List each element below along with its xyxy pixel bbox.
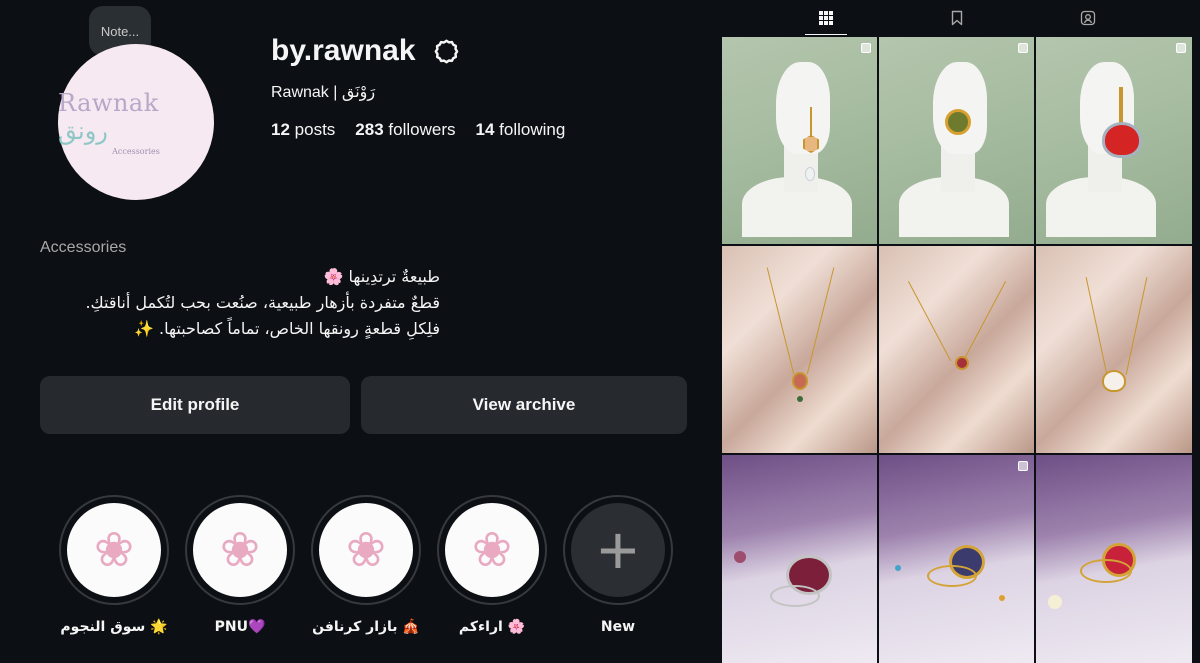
profile-page: Note... Rawnak رونق Accessories by.rawna… bbox=[0, 0, 1200, 663]
profile-avatar[interactable]: Rawnak رونق Accessories bbox=[58, 44, 214, 200]
post-thumbnail[interactable] bbox=[722, 455, 877, 663]
followers-stat[interactable]: 283 followers bbox=[355, 120, 455, 140]
ring-band bbox=[770, 585, 820, 607]
mannequin-bust bbox=[742, 62, 852, 237]
highlight-label: سوق النجوم 🌟 bbox=[60, 619, 168, 635]
drop-bead bbox=[805, 167, 815, 181]
hexagon-pendant bbox=[792, 372, 808, 390]
green-bead bbox=[797, 396, 803, 402]
note-text: Note... bbox=[100, 23, 140, 39]
multi-post-icon bbox=[1018, 461, 1028, 471]
bio-line: طبيعةٌ ترتدِينها 🌸 bbox=[323, 267, 440, 286]
tagged-person-icon[interactable] bbox=[1080, 10, 1096, 26]
bio-line: فلِكلِ قطعةٍ رونقها الخاص، تماماً كصاحبت… bbox=[134, 319, 440, 338]
following-stat[interactable]: 14 following bbox=[476, 120, 566, 140]
post-thumbnail[interactable] bbox=[722, 246, 877, 453]
highlight-label: PNU💜 bbox=[214, 619, 266, 635]
flower-decor bbox=[1048, 595, 1062, 609]
posts-label: posts bbox=[294, 120, 336, 139]
mannequin-bust bbox=[899, 62, 1009, 237]
highlight-ring: ❀ bbox=[311, 495, 421, 605]
heart-earring bbox=[1102, 122, 1142, 158]
username: by.rawnak bbox=[271, 34, 416, 67]
highlight-label: بازار كرنافن 🎪 bbox=[312, 619, 420, 635]
post-thumbnail[interactable] bbox=[722, 37, 877, 244]
rose-icon: ❀ bbox=[193, 503, 287, 597]
post-thumbnail[interactable] bbox=[1036, 246, 1192, 453]
full-name: Rawnak | رَوْنَق bbox=[271, 84, 376, 101]
highlight-label: اراءكم 🌸 bbox=[458, 619, 526, 635]
round-pendant bbox=[955, 356, 969, 370]
post-thumbnail[interactable] bbox=[1036, 37, 1192, 244]
multi-post-icon bbox=[1018, 43, 1028, 53]
followers-label: followers bbox=[388, 120, 456, 139]
bookmark-icon[interactable] bbox=[949, 10, 965, 26]
posts-grid bbox=[722, 37, 1192, 663]
posts-count: 12 bbox=[271, 120, 290, 139]
plus-icon: + bbox=[571, 503, 665, 597]
view-archive-button[interactable]: View archive bbox=[361, 376, 687, 434]
flower-decor bbox=[734, 551, 746, 563]
ring-band bbox=[1080, 559, 1132, 583]
avatar-image: Rawnak رونق Accessories bbox=[58, 44, 214, 200]
highlight-ring: ❀ bbox=[437, 495, 547, 605]
highlight-ring: ❀ bbox=[185, 495, 295, 605]
avatar-logo-sub: Accessories bbox=[112, 146, 160, 156]
rose-icon: ❀ bbox=[67, 503, 161, 597]
avatar-logo-arabic: رونق bbox=[58, 116, 108, 145]
new-highlight-button[interactable]: + New bbox=[562, 495, 674, 635]
posts-stat[interactable]: 12 posts bbox=[271, 120, 335, 140]
post-thumbnail[interactable] bbox=[879, 246, 1034, 453]
avatar-logo-latin: Rawnak bbox=[58, 88, 159, 117]
post-thumbnail[interactable] bbox=[1036, 455, 1192, 663]
story-highlights: ❀ سوق النجوم 🌟 ❀ PNU💜 ❀ بازار كرنافن 🎪 ❀… bbox=[58, 495, 698, 645]
highlight-item[interactable]: ❀ اراءكم 🌸 bbox=[436, 495, 548, 635]
profile-category: Accessories bbox=[40, 239, 127, 256]
following-count: 14 bbox=[475, 120, 495, 139]
following-label: following bbox=[499, 120, 566, 139]
highlight-ring: ❀ bbox=[59, 495, 169, 605]
grid-icon[interactable] bbox=[818, 10, 834, 26]
highlight-item[interactable]: ❀ PNU💜 bbox=[184, 495, 296, 635]
post-thumbnail[interactable] bbox=[879, 37, 1034, 244]
highlight-ring: + bbox=[563, 495, 673, 605]
highlight-item[interactable]: ❀ بازار كرنافن 🎪 bbox=[310, 495, 422, 635]
multi-post-icon bbox=[1176, 43, 1186, 53]
avatar-logo: Rawnak رونق bbox=[58, 89, 214, 145]
heart-pendant bbox=[1102, 370, 1126, 392]
multi-post-icon bbox=[861, 43, 871, 53]
bead-decor bbox=[895, 565, 901, 571]
rose-icon: ❀ bbox=[445, 503, 539, 597]
edit-profile-button[interactable]: Edit profile bbox=[40, 376, 350, 434]
profile-tabs bbox=[722, 0, 1192, 36]
post-thumbnail[interactable] bbox=[879, 455, 1034, 663]
rose-icon: ❀ bbox=[319, 503, 413, 597]
profile-bio: طبيعةٌ ترتدِينها 🌸 قطعٌ متفردة بأزهار طب… bbox=[40, 264, 440, 342]
ring-band bbox=[927, 565, 977, 587]
highlight-item[interactable]: ❀ سوق النجوم 🌟 bbox=[58, 495, 170, 635]
bead-decor bbox=[999, 595, 1005, 601]
highlight-label: New bbox=[600, 619, 636, 635]
active-tab-indicator bbox=[805, 34, 847, 35]
profile-stats: 12 posts 283 followers 14 following bbox=[271, 120, 565, 140]
settings-gear-icon[interactable] bbox=[433, 38, 460, 65]
bio-line: قطعٌ متفردة بأزهار طبيعية، صنُعت بحب لتُ… bbox=[85, 293, 440, 312]
followers-count: 283 bbox=[355, 120, 384, 139]
round-stud-earring bbox=[945, 109, 971, 135]
